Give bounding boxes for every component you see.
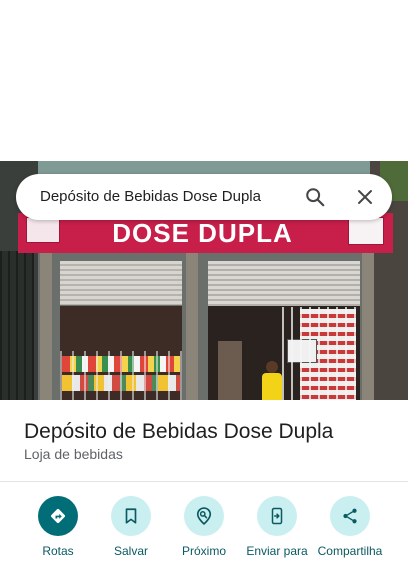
- place-category: Loja de bebidas: [24, 446, 123, 462]
- storefront-sign-text: DOSE DUPLA: [112, 218, 293, 248]
- search-query[interactable]: Depósito de Bebidas Dose Dupla: [40, 188, 261, 205]
- bookmark-icon: [125, 508, 137, 524]
- share-button[interactable]: Compartilha: [312, 496, 388, 562]
- directions-button[interactable]: Rotas: [20, 496, 96, 562]
- directions-icon: [51, 509, 65, 523]
- place-title: Depósito de Bebidas Dose Dupla: [24, 420, 334, 443]
- search-icon: [306, 188, 325, 207]
- sign-logo: [26, 217, 60, 243]
- share-label: Compartilha: [317, 544, 383, 558]
- map-area: [0, 0, 408, 161]
- close-icon: [358, 190, 372, 204]
- nearby-button[interactable]: Próximo: [166, 496, 242, 562]
- directions-label: Rotas: [42, 544, 74, 558]
- search-button[interactable]: [300, 182, 330, 212]
- search-bar[interactable]: Depósito de Bebidas Dose Dupla: [16, 174, 392, 220]
- share-icon: [343, 508, 357, 524]
- send-to-phone-button[interactable]: Enviar para: [239, 496, 315, 562]
- nearby-icon: [196, 507, 212, 526]
- save-label: Salvar: [113, 544, 148, 558]
- divider: [0, 481, 408, 482]
- nearby-label: Próximo: [181, 544, 226, 558]
- save-button[interactable]: Salvar: [93, 496, 169, 562]
- send-to-phone-icon: [271, 507, 283, 525]
- send-to-phone-label: Enviar para: [246, 544, 308, 558]
- sign-bottle-icon: [348, 217, 384, 245]
- clear-search-button[interactable]: [350, 182, 380, 212]
